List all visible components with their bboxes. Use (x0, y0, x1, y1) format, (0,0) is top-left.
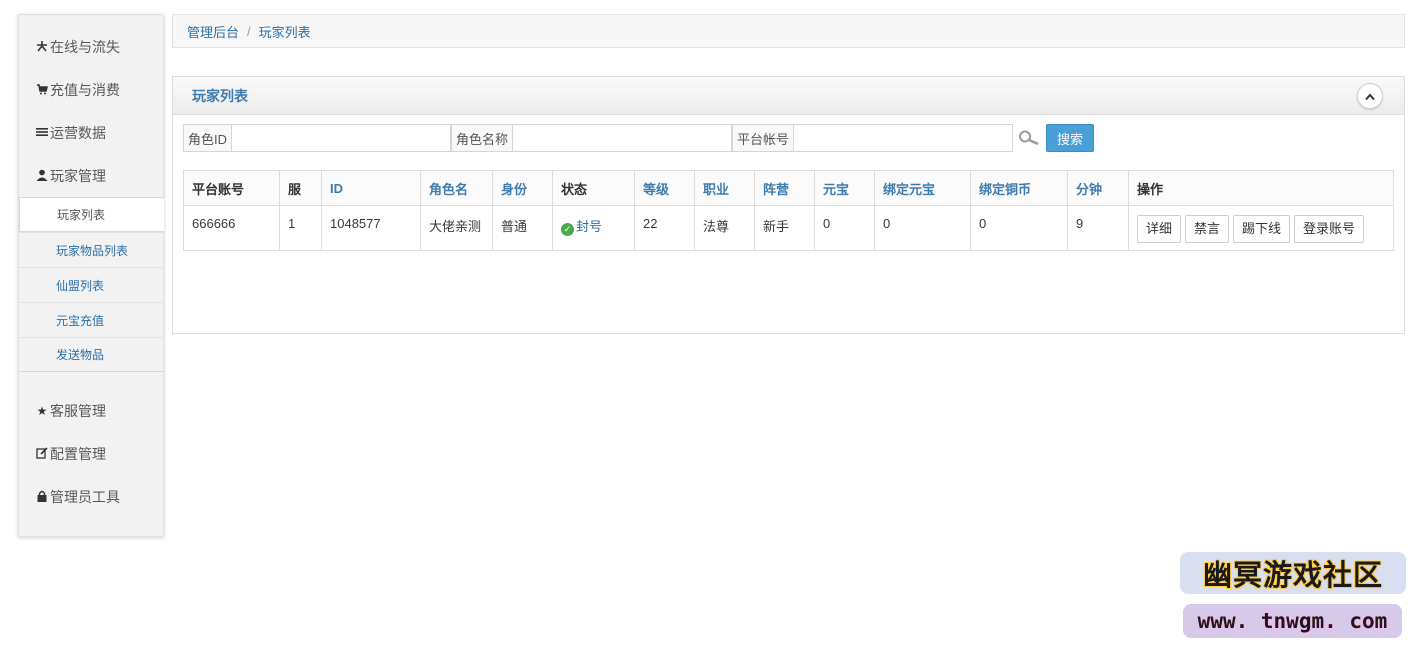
role-name-group: 角色名称 (451, 124, 733, 152)
search-bar: 角色ID 角色名称 平台帐号 搜索 (183, 124, 1095, 152)
col-identity[interactable]: 身份 (492, 170, 553, 206)
subnav-player-items[interactable]: 玩家物品列表 (19, 232, 163, 267)
cell-role-name: 大佬亲测 (420, 205, 493, 251)
subnav-yuanbao-recharge[interactable]: 元宝充值 (19, 302, 163, 337)
login-account-button[interactable]: 登录账号 (1294, 215, 1365, 243)
cell-identity: 普通 (492, 205, 553, 251)
col-role-name[interactable]: 角色名 (420, 170, 493, 206)
nav-label: 玩家管理 (50, 168, 106, 184)
kick-offline-button[interactable]: 踢下线 (1233, 215, 1291, 243)
role-id-input[interactable] (231, 124, 452, 152)
nav-label: 运营数据 (50, 125, 106, 141)
role-id-group: 角色ID (183, 124, 452, 152)
col-id[interactable]: ID (321, 170, 421, 206)
search-button[interactable]: 搜索 (1046, 124, 1095, 152)
edit-icon (35, 446, 49, 462)
star-icon: ★ (36, 404, 48, 418)
player-submenu: 玩家列表 玩家物品列表 仙盟列表 元宝充值 发送物品 (19, 197, 164, 372)
role-name-label: 角色名称 (451, 124, 513, 152)
nav-operation-data[interactable]: 运营数据 (19, 120, 163, 146)
col-yuanbao[interactable]: 元宝 (814, 170, 875, 206)
subnav-guild-list[interactable]: 仙盟列表 (19, 267, 163, 302)
subnav-player-list[interactable]: 玩家列表 (19, 197, 164, 232)
col-camp[interactable]: 阵营 (754, 170, 815, 206)
player-list-panel: 玩家列表 角色ID 角色名称 平台帐号 搜索 平台账号 服 ID 角色名 身份 … (172, 76, 1405, 334)
nav-recharge-consume[interactable]: 充值与消费 (19, 77, 163, 103)
nav-label: 客服管理 (50, 403, 106, 419)
detail-button[interactable]: 详细 (1137, 215, 1182, 243)
cell-status: ✓ 封号 (552, 205, 635, 251)
table-header-row: 平台账号 服 ID 角色名 身份 状态 等级 职业 阵营 元宝 绑定元宝 绑定铜… (183, 170, 1394, 206)
col-level[interactable]: 等级 (634, 170, 695, 206)
table-row: 666666 1 1048577 大佬亲测 普通 ✓ 封号 22 法尊 新手 0 … (183, 205, 1394, 251)
nav-label: 配置管理 (50, 446, 106, 462)
cell-level: 22 (634, 205, 695, 251)
check-circle-icon: ✓ (561, 223, 574, 236)
breadcrumb-separator: / (247, 23, 251, 39)
cell-server: 1 (279, 205, 322, 251)
watermark-url: www. tnwgm. com (1183, 604, 1402, 638)
search-icon[interactable] (1016, 124, 1042, 152)
col-status: 状态 (552, 170, 635, 206)
panel-title: 玩家列表 (192, 87, 248, 104)
nav-label: 管理员工具 (50, 489, 120, 505)
col-profession[interactable]: 职业 (694, 170, 755, 206)
col-actions: 操作 (1128, 170, 1394, 206)
lock-icon (35, 490, 49, 505)
status-link[interactable]: 封号 (576, 219, 602, 234)
cell-bound-copper: 0 (970, 205, 1068, 251)
breadcrumb-current[interactable]: 玩家列表 (259, 22, 311, 41)
cell-id: 1048577 (321, 205, 421, 251)
user-chart-icon (35, 40, 49, 55)
col-server: 服 (279, 170, 322, 206)
col-bound-copper[interactable]: 绑定铜币 (970, 170, 1068, 206)
breadcrumb: 管理后台 / 玩家列表 (172, 14, 1405, 48)
cell-minutes: 9 (1067, 205, 1129, 251)
cell-camp: 新手 (754, 205, 815, 251)
cell-platform-account: 666666 (183, 205, 280, 251)
nav-customer-service[interactable]: ★ 客服管理 (19, 398, 163, 424)
subnav-send-items[interactable]: 发送物品 (19, 337, 163, 372)
col-platform-account: 平台账号 (183, 170, 280, 206)
cart-icon (35, 83, 49, 98)
collapse-button[interactable] (1357, 83, 1383, 109)
cell-yuanbao: 0 (814, 205, 875, 251)
cell-profession: 法尊 (694, 205, 755, 251)
cell-actions: 详细 禁言 踢下线 登录账号 (1128, 205, 1394, 251)
nav-admin-tools[interactable]: 管理员工具 (19, 484, 163, 510)
nav-label: 在线与流失 (50, 39, 120, 55)
col-bound-yuanbao[interactable]: 绑定元宝 (874, 170, 971, 206)
player-table: 平台账号 服 ID 角色名 身份 状态 等级 职业 阵营 元宝 绑定元宝 绑定铜… (183, 170, 1394, 251)
chevron-up-icon (1365, 89, 1375, 104)
nav-player-management[interactable]: 玩家管理 (19, 163, 163, 189)
user-icon (35, 169, 49, 184)
platform-account-label: 平台帐号 (732, 124, 794, 152)
sidebar: 在线与流失 充值与消费 运营数据 玩家管理 玩家列表 玩家物品列表 仙盟列表 元… (18, 14, 164, 537)
list-icon (35, 126, 49, 141)
nav-config-management[interactable]: 配置管理 (19, 441, 163, 467)
role-id-label: 角色ID (183, 124, 232, 152)
platform-account-input[interactable] (793, 124, 1014, 152)
platform-account-group: 平台帐号 (732, 124, 1014, 152)
nav-label: 充值与消费 (50, 82, 120, 98)
nav-online-churn[interactable]: 在线与流失 (19, 34, 163, 60)
col-minutes[interactable]: 分钟 (1067, 170, 1129, 206)
mute-button[interactable]: 禁言 (1185, 215, 1230, 243)
cell-bound-yuanbao: 0 (874, 205, 971, 251)
watermark-title: 幽冥游戏社区 (1180, 552, 1406, 594)
panel-header: 玩家列表 (173, 77, 1404, 115)
breadcrumb-root[interactable]: 管理后台 (187, 22, 239, 41)
role-name-input[interactable] (512, 124, 733, 152)
